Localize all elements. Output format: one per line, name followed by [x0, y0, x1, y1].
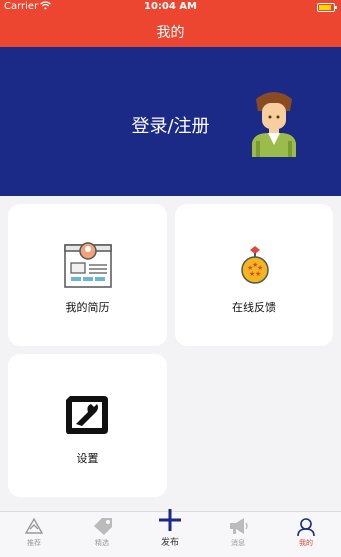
plus-icon: [159, 509, 181, 531]
tab-messages[interactable]: 消息: [204, 512, 272, 557]
settings-label: 设置: [76, 452, 99, 465]
login-banner[interactable]: 登录/注册: [0, 47, 341, 196]
feedback-card[interactable]: ★ ★ ★ ★ ★ 在线反馈: [175, 204, 333, 346]
tab-recommend[interactable]: 推荐: [0, 512, 68, 557]
tab-featured[interactable]: 精选: [68, 512, 136, 557]
clock: 10:04 AM: [143, 1, 197, 12]
tag-icon: [94, 518, 112, 535]
settings-card[interactable]: 设置: [8, 354, 167, 497]
settings-icon: [66, 396, 108, 434]
feedback-label: 在线反馈: [232, 301, 276, 314]
page-title: 我的: [156, 25, 185, 41]
status-bar: Carrier 10:04 AM: [0, 0, 341, 14]
tab-featured-label: 精选: [95, 539, 109, 547]
tab-mine[interactable]: 我的: [272, 512, 340, 557]
avatar-illustration: [252, 92, 296, 157]
feedback-icon: ★ ★ ★ ★ ★: [241, 246, 269, 284]
navbar: 我的: [0, 14, 341, 47]
resume-card[interactable]: 我的简历: [8, 204, 167, 346]
resume-label: 我的简历: [65, 301, 110, 314]
person-icon: [297, 518, 315, 537]
tab-publish-label: 发布: [160, 538, 179, 548]
tab-messages-label: 消息: [231, 539, 245, 547]
battery-icon: [317, 3, 337, 12]
megaphone-icon: [230, 518, 248, 534]
recommend-icon: [24, 517, 44, 534]
resume-icon: [64, 242, 112, 288]
tab-mine-label: 我的: [299, 539, 313, 547]
tab-bar: 推荐 精选 发布 消息 我的: [0, 509, 341, 557]
tab-publish[interactable]: 发布: [136, 509, 204, 557]
svg-text:★: ★: [255, 270, 261, 278]
tab-recommend-label: 推荐: [27, 539, 41, 547]
